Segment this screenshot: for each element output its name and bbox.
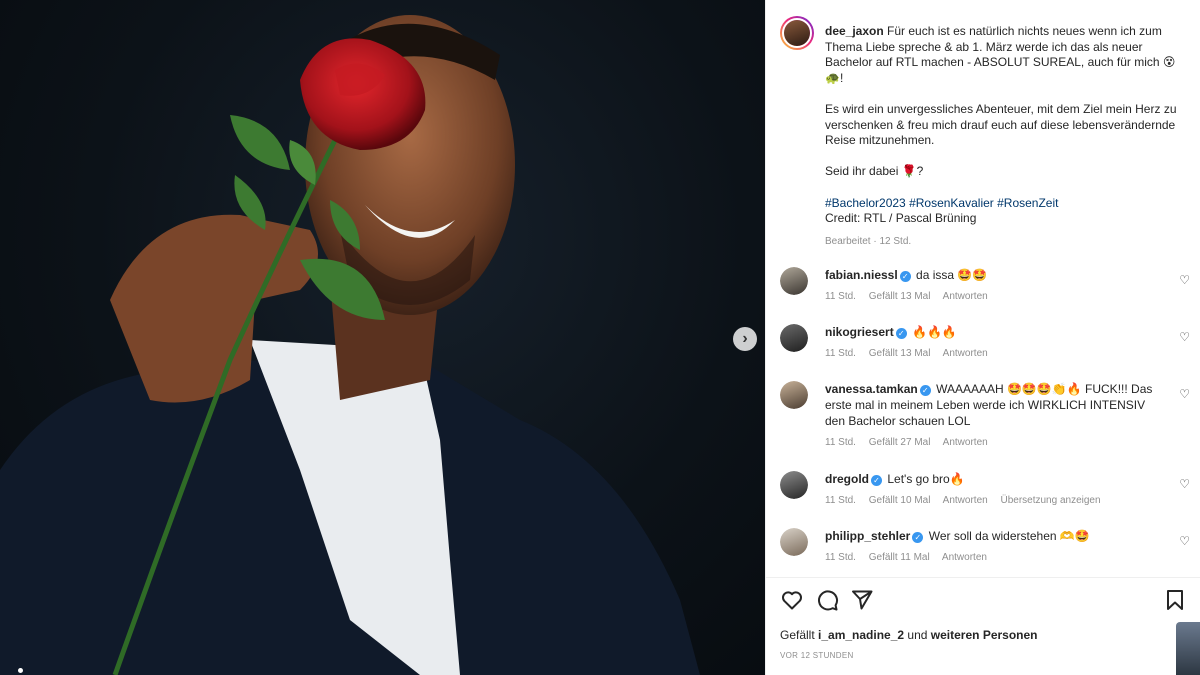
commenter-avatar[interactable] — [780, 381, 808, 409]
comment-username[interactable]: nikogriesert — [825, 325, 894, 339]
reply-button[interactable]: Antworten — [943, 437, 988, 448]
heart-icon[interactable] — [780, 588, 804, 612]
comment-likes[interactable]: Gefällt 27 Mal — [869, 437, 931, 448]
share-icon[interactable] — [850, 588, 874, 612]
translate-button[interactable]: Übersetzung anzeigen — [1000, 495, 1100, 506]
reply-button[interactable]: Antworten — [942, 552, 987, 563]
reply-button[interactable]: Antworten — [943, 348, 988, 359]
profile-thumbnail[interactable] — [1176, 622, 1200, 675]
reply-button[interactable]: Antworten — [943, 495, 988, 506]
comment-heart-icon[interactable]: ♡ — [1179, 534, 1190, 548]
comment-username[interactable]: dregold — [825, 472, 869, 486]
commenter-avatar[interactable] — [780, 471, 808, 499]
comment-heart-icon[interactable]: ♡ — [1179, 387, 1190, 401]
comment-age: 11 Std. — [825, 348, 856, 359]
comment-username[interactable]: fabian.niessl — [825, 268, 898, 282]
comment-likes[interactable]: Gefällt 13 Mal — [869, 291, 931, 302]
liked-user[interactable]: i_am_nadine_2 — [818, 628, 904, 642]
commenter-avatar[interactable] — [780, 528, 808, 556]
comment-username[interactable]: vanessa.tamkan — [825, 382, 918, 396]
verified-badge-icon: ✓ — [871, 475, 882, 486]
bookmark-icon[interactable] — [1163, 588, 1187, 612]
post-image[interactable]: › — [0, 0, 765, 675]
comment-age: 11 Std. — [825, 495, 856, 506]
comment-text: Let's go bro🔥 — [887, 472, 965, 486]
comment-text: da issa 🤩🤩 — [916, 268, 988, 282]
comment-text: 🔥🔥🔥 — [912, 325, 957, 339]
carousel-indicator — [18, 668, 23, 673]
comment-heart-icon[interactable]: ♡ — [1179, 330, 1190, 344]
verified-badge-icon: ✓ — [899, 271, 911, 282]
liked-prefix: Gefällt — [780, 628, 815, 642]
liked-middle: und — [907, 628, 928, 642]
comment-text: Wer soll da widerstehen 🫶🤩 — [928, 529, 1090, 543]
caption-meta: Bearbeitet · 12 Std. — [825, 236, 912, 248]
commenter-avatar[interactable] — [780, 324, 808, 352]
caption-hashtags[interactable]: #Bachelor2023 #RosenKavalier #RosenZeit — [825, 196, 1190, 212]
comment-heart-icon[interactable]: ♡ — [1179, 477, 1190, 491]
comment-icon[interactable] — [815, 588, 839, 612]
caption-line-2: Es wird ein unvergessliches Abenteuer, m… — [825, 101, 1177, 148]
author-username[interactable]: dee_jaxon — [825, 24, 884, 38]
comment-likes[interactable]: Gefällt 13 Mal — [869, 348, 931, 359]
caption-text: dee_jaxon Für euch ist es natürlich nich… — [825, 24, 1190, 250]
commenter-avatar[interactable] — [780, 267, 808, 295]
edited-label: Bearbeitet — [825, 236, 871, 248]
chevron-right-icon: › — [742, 330, 748, 347]
liked-others[interactable]: weiteren Personen — [931, 628, 1038, 642]
comment-likes[interactable]: Gefällt 11 Mal — [869, 552, 930, 563]
post-action-bar — [766, 588, 1200, 618]
comment-username[interactable]: philipp_stehler — [825, 529, 910, 543]
next-image-button[interactable]: › — [733, 327, 757, 351]
author-avatar[interactable] — [780, 16, 814, 50]
caption-age: 12 Std. — [879, 236, 912, 248]
comment-likes[interactable]: Gefällt 10 Mal — [869, 495, 931, 506]
comments-scroll-area[interactable]: dee_jaxon Für euch ist es natürlich nich… — [766, 0, 1200, 578]
comment-age: 11 Std. — [825, 437, 856, 448]
liked-by: Gefällt i_am_nadine_2 und weiteren Perso… — [780, 628, 1038, 642]
post-photo — [0, 15, 700, 675]
comment-age: 11 Std. — [825, 291, 856, 302]
verified-badge-icon: ✓ — [895, 328, 907, 339]
post-details-panel: dee_jaxon Für euch ist es natürlich nich… — [765, 0, 1200, 675]
verified-badge-icon: ✓ — [912, 532, 924, 543]
caption-credit: Credit: RTL / Pascal Brüning — [825, 211, 977, 226]
post-viewer: › dee_jaxon Für euch ist es natürlich ni… — [0, 0, 1200, 675]
reply-button[interactable]: Antworten — [943, 291, 988, 302]
caption-line-3: Seid ihr dabei 🌹? — [825, 164, 924, 179]
comment-heart-icon[interactable]: ♡ — [1179, 273, 1190, 287]
verified-badge-icon: ✓ — [919, 385, 931, 396]
comment-age: 11 Std. — [825, 552, 856, 563]
post-timestamp[interactable]: VOR 12 STUNDEN — [780, 651, 854, 660]
